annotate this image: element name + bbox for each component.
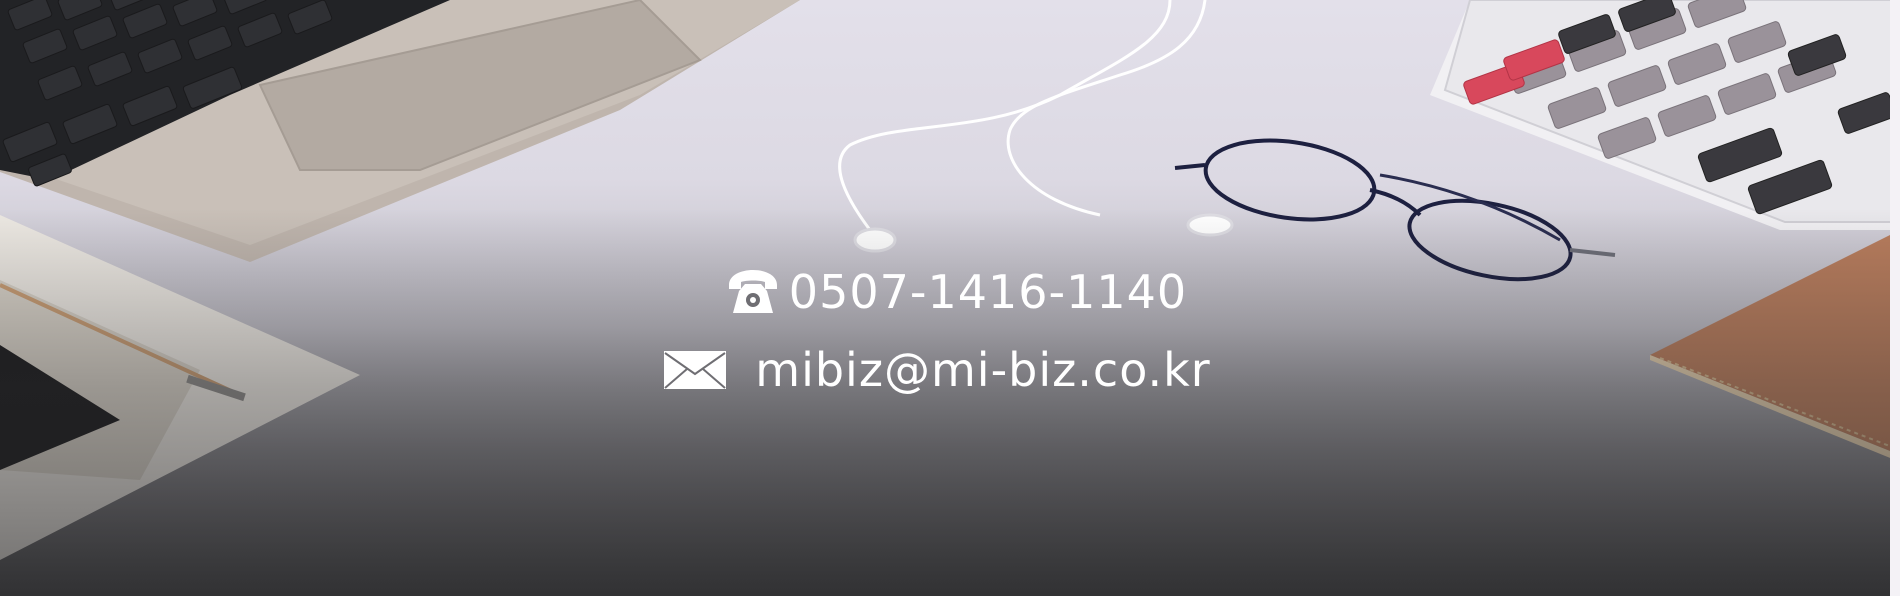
laptop <box>0 0 800 262</box>
email-address: mibiz@mi-biz.co.kr <box>755 343 1211 397</box>
phone-number: 0507-1416-1140 <box>788 265 1188 319</box>
envelope-icon <box>663 350 727 390</box>
earphones <box>838 0 1234 253</box>
email-row[interactable]: mibiz@mi-biz.co.kr <box>663 340 1210 400</box>
contact-info: 0507-1416-1140 mibiz@mi-biz.co.kr <box>0 262 1900 400</box>
contact-banner: 0507-1416-1140 mibiz@mi-biz.co.kr <box>0 0 1900 596</box>
calculator <box>1430 0 1900 230</box>
phone-row[interactable]: 0507-1416-1140 <box>725 262 1187 322</box>
telephone-icon <box>725 267 781 317</box>
